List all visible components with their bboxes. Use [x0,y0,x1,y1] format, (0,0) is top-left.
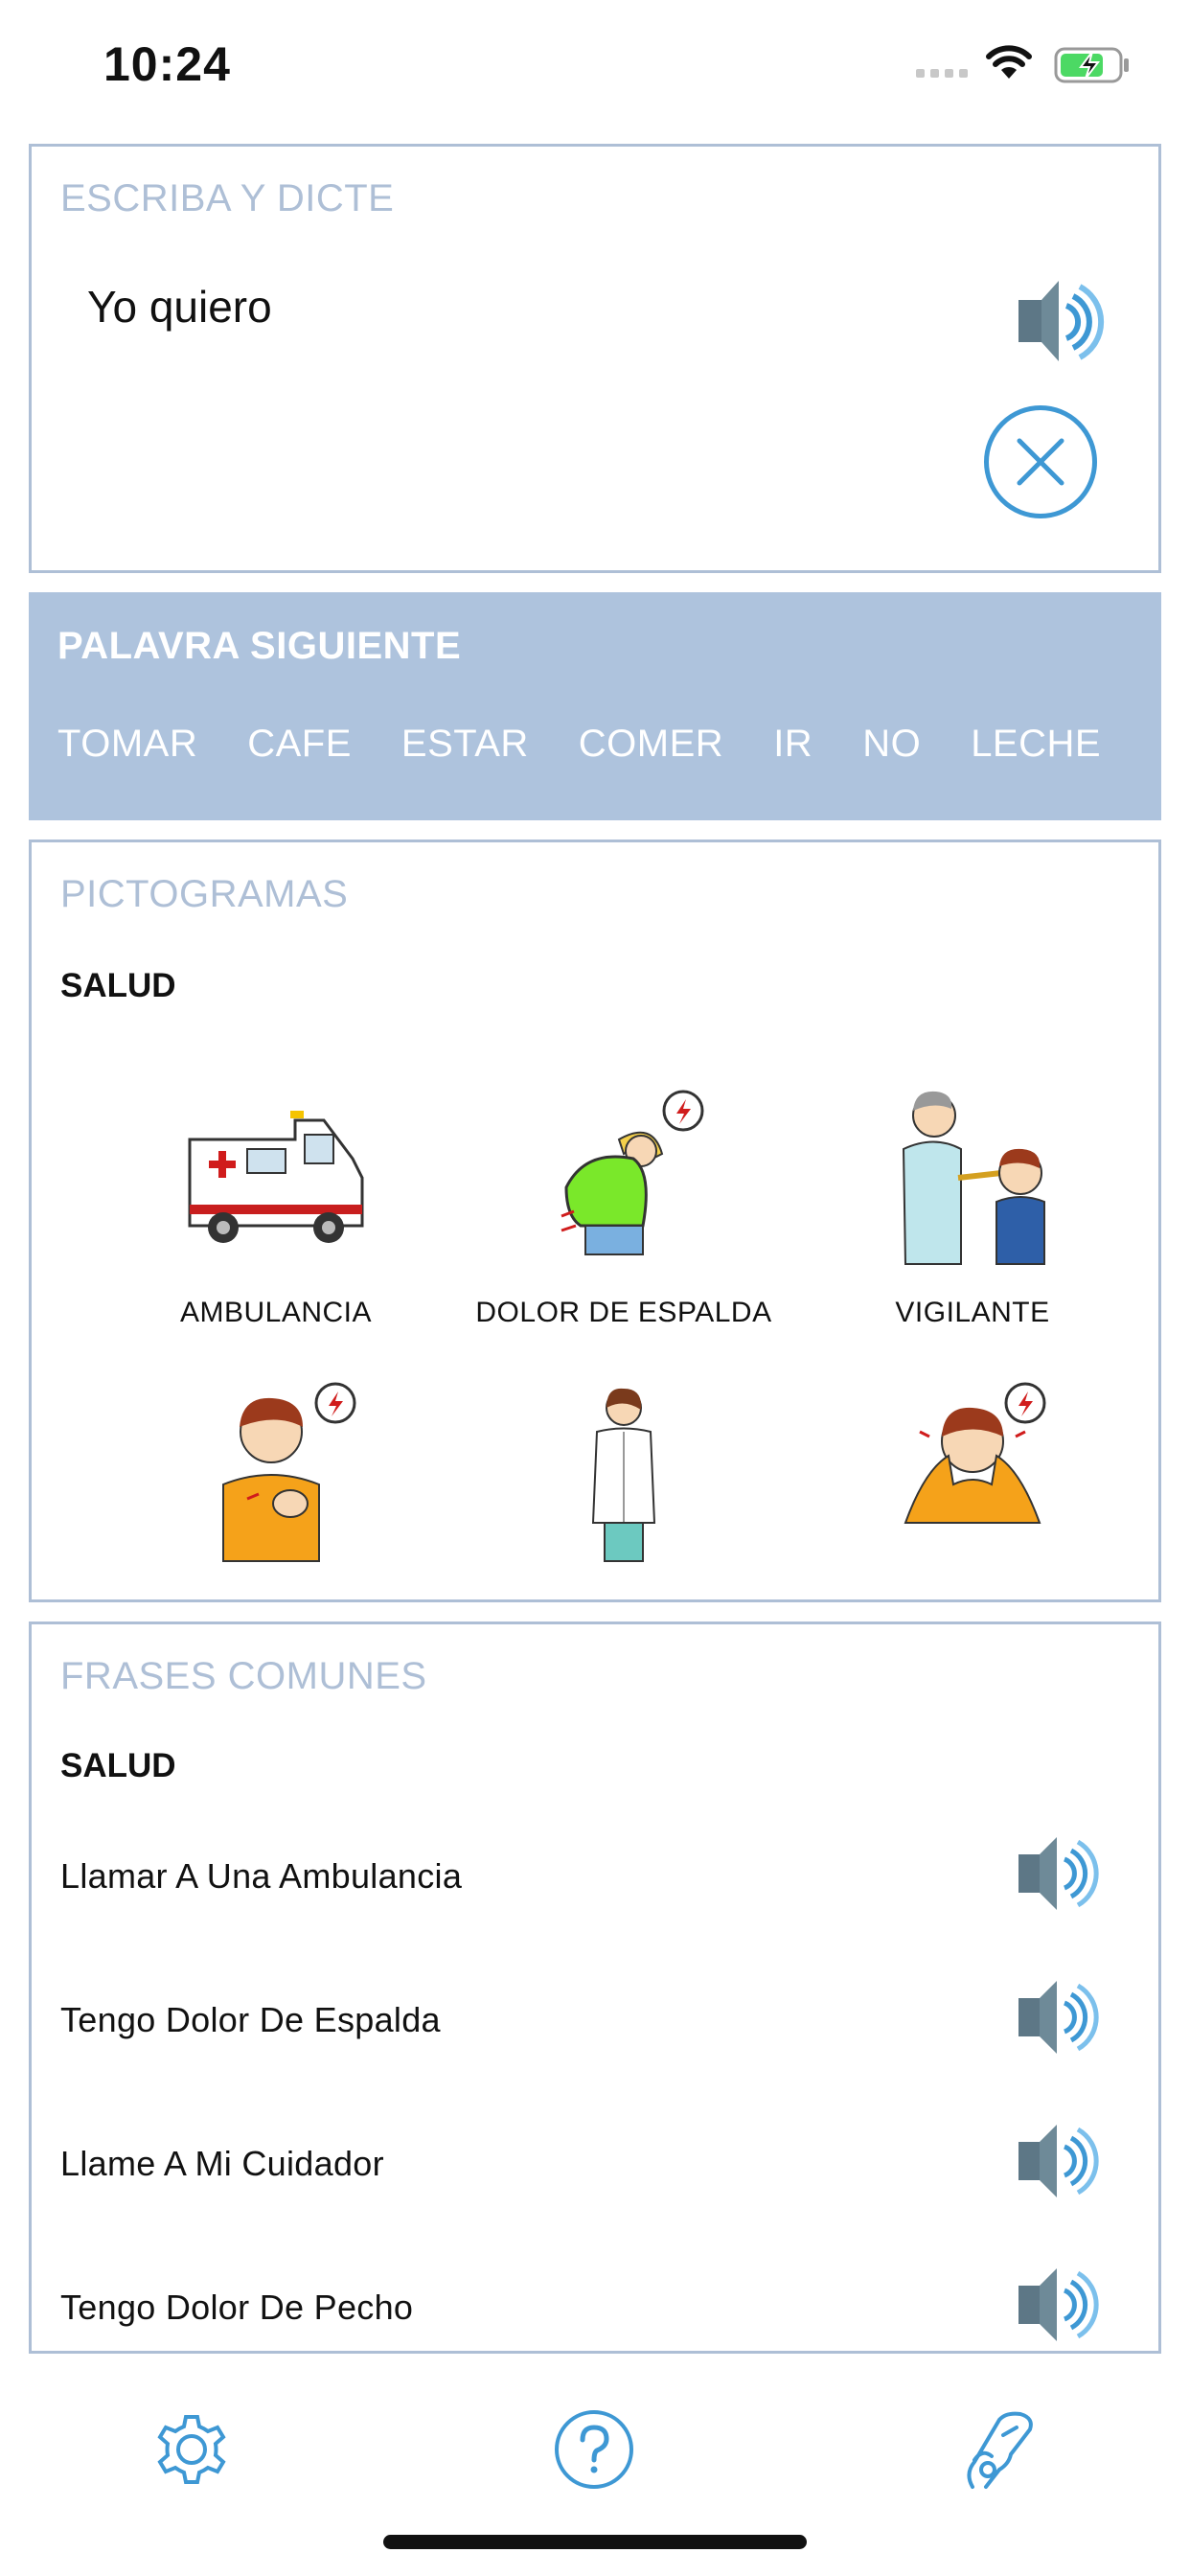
help-icon[interactable] [546,2402,642,2497]
next-word-item[interactable]: LECHE [971,723,1101,780]
pictogram-item[interactable] [103,1379,448,1657]
close-icon [1017,438,1064,486]
next-word-item[interactable]: TOMAR [57,723,197,780]
next-word-item[interactable]: ESTAR [401,723,529,780]
clear-text-button[interactable] [984,405,1097,518]
status-bar: 10:24 [0,0,1190,134]
next-word-title: PALAVRA SIGUIENTE [57,625,462,667]
pictogram-label: AMBULANCIA [179,1297,373,1328]
doctor-icon [528,1379,720,1571]
next-word-item[interactable]: CAFE [247,723,352,780]
pictogram-item[interactable] [451,1379,796,1657]
gear-icon[interactable] [144,2402,240,2497]
doctor-exam-icon [877,1082,1068,1274]
sign-language-hand-icon[interactable] [949,2402,1044,2497]
compose-text-field[interactable]: Yo quiero [87,281,272,333]
compose-panel-title: ESCRIBA Y DICTE [60,177,395,219]
speaker-icon[interactable] [999,1969,1105,2070]
phrase-row[interactable]: Llame A Mi Cuidador [32,2104,1158,2247]
next-word-list: TOMAR CAFE ESTAR COMER IR NO LECHE D [57,723,1140,780]
battery-icon [1054,46,1131,89]
earache-icon [877,1379,1068,1571]
phrase-text: Llame A Mi Cuidador [60,2144,384,2183]
phrases-panel: FRASES COMUNES SALUD Llamar A Una Ambula… [29,1622,1161,2354]
back-pain-icon [528,1082,720,1274]
pictogram-label: DOLOR DE ESPALDA [475,1297,772,1328]
speaker-icon[interactable] [999,2113,1105,2214]
pictograms-panel: PICTOGRAMAS SALUD AMBULANCIA DOLOR DE ES… [29,840,1161,1602]
next-word-item[interactable]: IR [773,723,812,780]
phrase-text: Tengo Dolor De Espalda [60,2000,441,2039]
pictogram-item[interactable]: AMBULANCIA [103,1082,448,1360]
next-word-panel: PALAVRA SIGUIENTE TOMAR CAFE ESTAR COMER… [29,592,1161,820]
ambulance-icon [180,1082,372,1274]
phrase-row[interactable]: Tengo Dolor De Pecho [32,2247,1158,2351]
pictogram-item[interactable]: DOLOR DE ESPALDA [451,1082,796,1360]
phrases-panel-title: FRASES COMUNES [60,1655,427,1697]
wifi-icon [983,42,1035,85]
pictograms-category: SALUD [60,967,176,1004]
pictograms-panel-title: PICTOGRAMAS [60,873,349,915]
speaker-icon[interactable] [990,269,1105,380]
next-word-item[interactable]: NO [862,723,921,780]
pictogram-item[interactable] [800,1379,1145,1657]
cellular-signal-icon [916,69,968,78]
phrases-category: SALUD [60,1747,176,1784]
pictogram-label: VIGILANTE [895,1297,1050,1328]
status-time: 10:24 [103,37,231,91]
chest-pain-icon [180,1379,372,1571]
pictogram-item[interactable]: VIGILANTE [800,1082,1145,1360]
phrase-row[interactable]: Llamar A Una Ambulancia [32,1816,1158,1960]
speaker-icon[interactable] [999,2257,1105,2351]
phrase-text: Llamar A Una Ambulancia [60,1856,463,1896]
home-indicator [383,2535,807,2549]
next-word-item[interactable]: COMER [579,723,723,780]
phrase-row[interactable]: Tengo Dolor De Espalda [32,1960,1158,2104]
compose-panel: ESCRIBA Y DICTE Yo quiero [29,144,1161,573]
phrase-text: Tengo Dolor De Pecho [60,2288,414,2327]
speaker-icon[interactable] [999,1826,1105,1926]
